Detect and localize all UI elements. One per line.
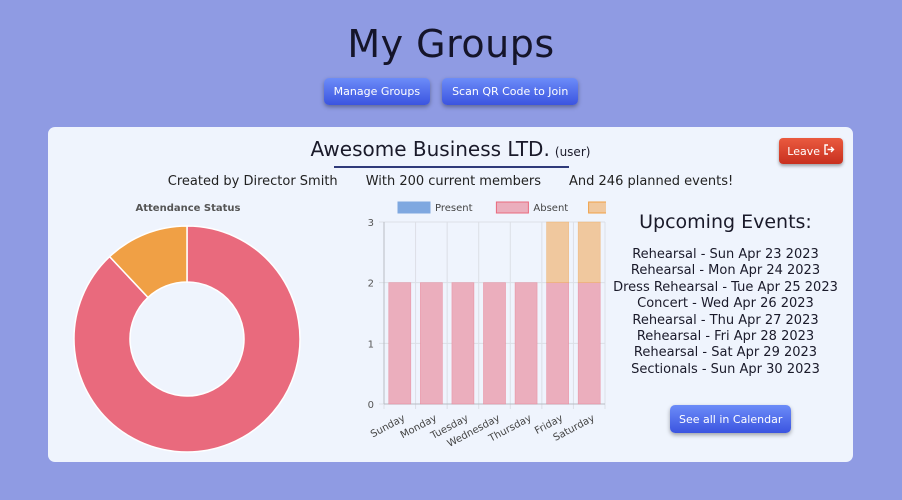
page-title: My Groups — [347, 22, 555, 66]
legend-label-present: Present — [435, 203, 473, 214]
bar-late-saturday — [577, 221, 601, 283]
manage-groups-button[interactable]: Manage Groups — [323, 78, 431, 105]
top-button-bar: Manage Groups Scan QR Code to Join — [0, 78, 902, 105]
group-name-underline — [334, 166, 569, 168]
group-role: (user) — [554, 145, 591, 159]
legend-swatch-present — [397, 201, 431, 214]
leave-group-button[interactable]: Leave — [779, 138, 843, 164]
upcoming-event-item: Rehearsal - Thu Apr 27 2023 — [632, 312, 819, 328]
donut-chart-title: Attendance Status — [135, 203, 241, 214]
events-count-text: And 246 planned events! — [569, 174, 734, 189]
upcoming-event-item: Rehearsal - Sun Apr 23 2023 — [632, 247, 819, 262]
bar-absent-saturday — [577, 282, 601, 405]
bar-absent-monday — [420, 282, 443, 405]
leave-label: Leave — [787, 144, 820, 158]
created-by-text: Created by Director Smith — [167, 174, 338, 189]
group-name: Awesome Business LTD. — [310, 137, 550, 161]
upcoming-event-item: Concert - Wed Apr 26 2023 — [637, 296, 814, 312]
bar-absent-tuesday — [451, 282, 475, 405]
legend-swatch-late — [588, 201, 606, 214]
legend-swatch-absent — [495, 201, 529, 214]
bar-late-friday — [546, 221, 569, 283]
upcoming-event-item: Rehearsal - Fri Apr 28 2023 — [636, 329, 815, 345]
upcoming-event-item: Rehearsal - Sat Apr 29 2023 — [633, 345, 818, 361]
members-text: With 200 current members — [365, 174, 542, 189]
upcoming-event-item: Sectionals - Sun Apr 30 2023 — [631, 361, 820, 377]
see-calendar-button[interactable]: See all in Calendar — [670, 405, 792, 433]
bar-y-tick-label: 2 — [368, 279, 374, 290]
upcoming-events-list: Rehearsal - Sun Apr 23 2023 Rehearsal - M… — [613, 247, 838, 378]
bar-y-tick-label: 3 — [368, 218, 374, 229]
scan-qr-button[interactable]: Scan QR Code to Join — [442, 78, 579, 105]
upcoming-events-title: Upcoming Events: — [639, 211, 812, 233]
upcoming-event-item: Dress Rehearsal - Tue Apr 25 2023 — [613, 279, 838, 295]
attendance-donut-chart — [73, 225, 301, 453]
bar-y-tick-label: 0 — [368, 400, 374, 411]
bar-absent-wednesday — [483, 282, 506, 405]
group-card: Awesome Business LTD. (user) Leave Creat… — [48, 127, 853, 462]
bar-y-tick-label: 1 — [368, 339, 374, 350]
upcoming-events-panel: Upcoming Events: Rehearsal - Sun Apr 23 … — [613, 211, 838, 378]
legend-label-absent: Absent — [533, 203, 568, 214]
bar-absent-friday — [546, 282, 569, 405]
attendance-bar-chart: 0123SundayMondayTuesdayWednesdayThursday… — [368, 201, 606, 450]
bar-absent-sunday — [388, 282, 412, 405]
group-header: Awesome Business LTD. (user) — [48, 137, 853, 161]
upcoming-event-item: Rehearsal - Mon Apr 24 2023 — [630, 263, 821, 279]
bar-absent-thursday — [514, 282, 538, 405]
sign-out-icon — [823, 144, 835, 158]
group-stats: Created by Director Smith With 200 curre… — [48, 174, 853, 189]
